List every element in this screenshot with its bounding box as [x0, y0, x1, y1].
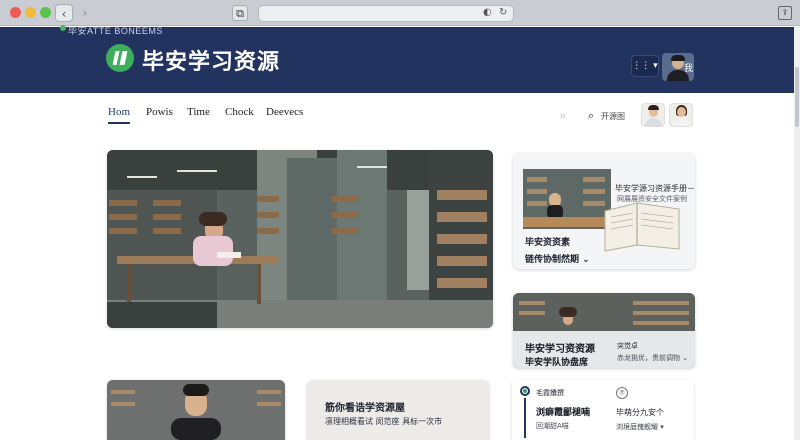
- user-avatar-male[interactable]: [641, 103, 665, 127]
- apps-menu-button[interactable]: ⋮⋮ ▾: [631, 55, 659, 77]
- forward-button[interactable]: ›: [76, 4, 94, 22]
- hero-image[interactable]: [107, 150, 493, 328]
- minimize-window-button[interactable]: [25, 7, 36, 18]
- user-avatar-female[interactable]: [669, 103, 693, 127]
- timeline-line: [524, 398, 526, 438]
- user-circle-icon: ⍟: [616, 387, 628, 399]
- apple-icon[interactable]: [212, 5, 228, 21]
- search-icon[interactable]: ⌕: [588, 109, 594, 123]
- card-meta: 突觉卓: [617, 342, 638, 350]
- card-dropdown[interactable]: 赤龙挑优，贵前调物 ⌄: [617, 353, 688, 363]
- tab-time[interactable]: Time: [187, 106, 210, 118]
- bottom-card-student[interactable]: [107, 380, 285, 440]
- close-window-button[interactable]: [10, 7, 21, 18]
- library-illustration: [107, 150, 493, 328]
- timeline-subtitle: 回潮甜A喵: [536, 422, 569, 430]
- top-strip-logo-icon: [60, 25, 66, 31]
- card-heading: 毕安资资素: [525, 238, 571, 248]
- search-label[interactable]: 开源图: [601, 111, 625, 122]
- tab-home[interactable]: Hom: [108, 106, 130, 118]
- tab-deevecs[interactable]: Deevecs: [266, 106, 303, 118]
- card-title-secondary: 毕萌分九安个: [616, 408, 664, 417]
- active-tab-indicator: [108, 122, 130, 124]
- card-subheading: 毕安学队协盘席: [525, 358, 589, 368]
- timeline-label: 毛霞攮撰: [536, 389, 564, 397]
- reload-icon[interactable]: ↻: [499, 7, 507, 18]
- card-title: 筋你看诰学资源屋: [325, 403, 405, 414]
- bottom-card-timeline[interactable]: 毛霞攮撰 浏癖霞鄙褪喃 回潮甜A喵 ⍟ 毕萌分九安个 浏境庭傀舰耀 ▾: [512, 380, 694, 440]
- card-heading: 毕安学习资资源: [525, 344, 595, 355]
- zoom-window-button[interactable]: [40, 7, 51, 18]
- main-nav: Hom Powis Time Chock Deevecs ⌕ ⌕ 开源图: [0, 93, 800, 137]
- card-dropdown[interactable]: 链传协制然期 ⌄: [525, 252, 590, 265]
- card-subtitle: 凛理相概看试 闵范座 具标一次市: [325, 417, 443, 426]
- tab-overview-icon[interactable]: ⧉: [232, 5, 248, 21]
- browser-toolbar: ‹ › ⧉ ◐ ↻ ⇪: [0, 0, 800, 26]
- search-faint-icon[interactable]: ⌕: [560, 109, 566, 123]
- back-button[interactable]: ‹: [55, 4, 73, 22]
- site-header: 毕安ATTE BONEEMS 毕安学习资源 ⋮⋮ ▾ 我: [0, 25, 800, 93]
- card-dropdown[interactable]: 浏境庭傀舰耀 ▾: [616, 422, 664, 432]
- timeline-title: 浏癖霞鄙褪喃: [536, 408, 591, 418]
- scroll-thumb[interactable]: [795, 67, 799, 127]
- share-icon[interactable]: ⇪: [778, 6, 792, 20]
- address-bar[interactable]: ◐ ↻: [258, 5, 514, 22]
- card-title: 毕安学源习资源手册－: [615, 184, 695, 193]
- brand-logo-icon[interactable]: [106, 44, 134, 72]
- timeline-node-icon: [520, 386, 530, 396]
- privacy-icon[interactable]: ◐: [483, 7, 492, 18]
- bottom-card-reading[interactable]: 筋你看诰学资源屋 凛理相概看试 闵范座 具标一次市: [307, 380, 489, 440]
- resource-card-handbook[interactable]: 毕安学源习资源手册－ 网展展资安全文件案例 毕安资资素 链传协制然期 ⌄: [513, 153, 695, 269]
- student-illustration: [107, 380, 285, 440]
- top-strip-text: 毕安ATTE BONEEMS: [68, 26, 163, 36]
- brand-title[interactable]: 毕安学习资源: [142, 44, 280, 76]
- browser-window: ‹ › ⧉ ◐ ↻ ⇪ 毕安ATTE BONEEMS 毕安学习资源 ⋮⋮ ▾ 我…: [0, 0, 800, 440]
- avatar-label: 我: [683, 64, 693, 74]
- card-subtitle: 网展展资安全文件案例: [617, 195, 687, 203]
- resource-card-library[interactable]: 毕安学习资资源 毕安学队协盘席 突觉卓 赤龙挑优，贵前调物 ⌄: [513, 293, 695, 368]
- page-scrollbar[interactable]: [794, 27, 800, 440]
- tab-powis[interactable]: Powis: [146, 106, 173, 118]
- user-avatar[interactable]: 我: [662, 53, 694, 81]
- card-b-illustration: [513, 293, 695, 333]
- tab-chock[interactable]: Chock: [225, 106, 254, 118]
